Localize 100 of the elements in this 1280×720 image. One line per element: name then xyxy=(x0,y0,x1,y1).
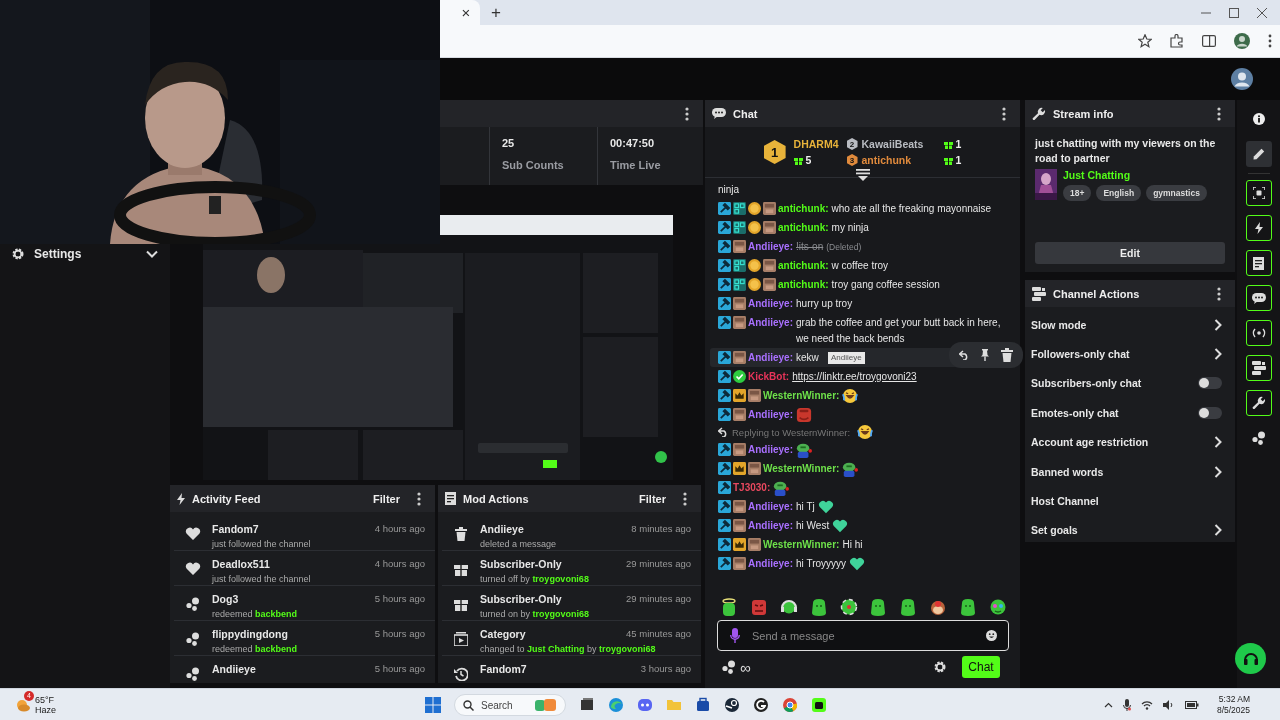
chrome-icon[interactable] xyxy=(782,697,798,713)
tag[interactable]: English xyxy=(1096,185,1142,201)
emote-icon[interactable] xyxy=(959,598,977,616)
emote-icon[interactable] xyxy=(720,598,738,616)
browser-icon[interactable] xyxy=(608,697,624,713)
toggle-switch[interactable] xyxy=(1198,406,1222,419)
chat-app-icon[interactable] xyxy=(637,697,653,713)
new-tab-button[interactable]: + xyxy=(486,2,506,23)
filter-button[interactable]: Filter xyxy=(639,492,666,505)
chat-link[interactable]: https://linktr.ee/troygovoni23 xyxy=(792,368,917,385)
emote-icon[interactable] xyxy=(988,598,1007,616)
chat-username[interactable]: Andiieye: xyxy=(748,314,793,331)
microphone-icon[interactable] xyxy=(730,628,740,643)
tag[interactable]: 18+ xyxy=(1063,185,1092,201)
chat-username[interactable]: antichunk: xyxy=(778,257,829,274)
chat-username[interactable]: Andiieye: xyxy=(748,517,793,534)
delete-icon[interactable] xyxy=(1001,348,1013,362)
task-view-icon[interactable] xyxy=(579,697,595,713)
star-icon[interactable] xyxy=(1138,34,1152,48)
channel-action-item[interactable]: Subscribers-only chat xyxy=(1025,368,1235,399)
split-view-icon[interactable] xyxy=(1202,35,1216,47)
channel-action-item[interactable]: Followers-only chat xyxy=(1025,339,1235,369)
menu-icon[interactable] xyxy=(1268,34,1272,48)
channel-action-item[interactable]: Host Channel xyxy=(1025,486,1235,516)
chat-username[interactable]: antichunk: xyxy=(778,219,829,236)
channel-action-item[interactable]: Account age restriction xyxy=(1025,427,1235,457)
chat-username[interactable]: Andiieye: xyxy=(748,498,793,515)
battery-icon[interactable] xyxy=(1184,701,1199,709)
close-tab-button[interactable]: × xyxy=(458,4,474,21)
chat-username[interactable]: antichunk: xyxy=(778,200,829,217)
chat-username[interactable]: antichunk: xyxy=(778,276,829,293)
subscriber-badge-icon xyxy=(733,350,746,364)
user-avatar[interactable] xyxy=(1231,68,1253,90)
message-input[interactable]: Send a message xyxy=(717,620,1009,651)
chat-username[interactable]: KickBot: xyxy=(748,368,790,385)
microphone-icon[interactable] xyxy=(1122,699,1131,711)
chat-username[interactable]: WesternWinner: xyxy=(763,536,840,553)
rail-button[interactable] xyxy=(1245,390,1272,416)
reply-icon[interactable] xyxy=(959,350,969,360)
channel-action-item[interactable]: Emotes-only chat xyxy=(1025,398,1235,428)
taskbar-search[interactable]: Search xyxy=(454,694,566,716)
rail-button[interactable] xyxy=(1245,215,1272,241)
stream-title: just chatting with my viewers on the road to partner xyxy=(1033,136,1217,166)
channel-action-item[interactable]: Slow mode xyxy=(1025,310,1235,340)
chat-username[interactable]: WesternWinner: xyxy=(763,460,840,477)
chat-username[interactable]: Andiieye: xyxy=(748,349,793,366)
rail-button[interactable] xyxy=(1245,285,1272,311)
emote-icon[interactable] xyxy=(839,598,858,616)
tag[interactable]: gymnastics xyxy=(1146,185,1207,201)
more-options-icon[interactable] xyxy=(1217,106,1221,121)
points-icon[interactable] xyxy=(722,660,736,674)
pin-icon[interactable] xyxy=(981,349,989,361)
chat-username[interactable]: TJ3030: xyxy=(733,479,771,496)
chat-message-text: ninja xyxy=(718,182,740,197)
start-icon[interactable] xyxy=(425,697,441,713)
rail-button[interactable] xyxy=(1245,141,1272,167)
rail-button[interactable] xyxy=(1245,320,1272,346)
maximize-icon[interactable] xyxy=(1226,7,1242,18)
emote-icon[interactable] xyxy=(899,598,918,616)
settings-icon[interactable] xyxy=(934,661,946,673)
close-icon[interactable] xyxy=(1254,7,1270,18)
chevron-up-icon[interactable] xyxy=(1103,702,1113,708)
app-icon[interactable] xyxy=(753,697,769,713)
kick-app-icon[interactable] xyxy=(811,697,827,713)
rail-button[interactable] xyxy=(1245,355,1272,381)
rail-button[interactable] xyxy=(1245,180,1272,206)
send-chat-button[interactable]: Chat xyxy=(962,656,1000,678)
emote-icon[interactable] xyxy=(809,598,828,616)
more-options-icon[interactable] xyxy=(417,491,421,506)
more-options-icon[interactable] xyxy=(1217,286,1221,301)
chat-username[interactable]: Andiieye: xyxy=(748,295,793,312)
emote-icon[interactable] xyxy=(929,598,948,616)
weather-icon[interactable] xyxy=(15,697,31,712)
collapse-icon[interactable] xyxy=(856,169,870,181)
category-link[interactable]: Just Chatting xyxy=(1063,169,1207,181)
channel-action-item[interactable]: Banned words xyxy=(1025,456,1235,487)
emote-icon[interactable] xyxy=(779,598,798,616)
edit-button[interactable]: Edit xyxy=(1035,242,1225,264)
more-options-icon[interactable] xyxy=(683,491,687,506)
channel-action-item[interactable]: Set goals xyxy=(1025,515,1235,546)
game-launcher-icon[interactable] xyxy=(724,697,740,713)
volume-icon[interactable] xyxy=(1162,700,1175,710)
chat-username[interactable]: Andiieye: xyxy=(748,406,793,423)
chat-username[interactable]: Andiieye: xyxy=(748,238,793,255)
chevron-right-icon xyxy=(1214,524,1222,537)
store-icon[interactable] xyxy=(695,697,711,713)
more-options-icon[interactable] xyxy=(685,106,689,121)
chat-username[interactable]: Andiieye: xyxy=(748,555,793,572)
more-options-icon[interactable] xyxy=(1002,106,1006,121)
profile-avatar[interactable] xyxy=(1234,33,1250,49)
rail-button[interactable] xyxy=(1245,250,1272,276)
extensions-icon[interactable] xyxy=(1170,34,1184,48)
filter-button[interactable]: Filter xyxy=(373,492,400,505)
wifi-icon[interactable] xyxy=(1140,700,1153,710)
channel-actions-icon xyxy=(1032,286,1046,301)
emote-icon[interactable] xyxy=(869,598,888,616)
emoji-icon[interactable] xyxy=(986,630,997,641)
toggle-switch[interactable] xyxy=(1198,377,1222,390)
chat-username[interactable]: WesternWinner: xyxy=(763,387,840,404)
chat-username[interactable]: Andiieye: xyxy=(748,441,793,458)
